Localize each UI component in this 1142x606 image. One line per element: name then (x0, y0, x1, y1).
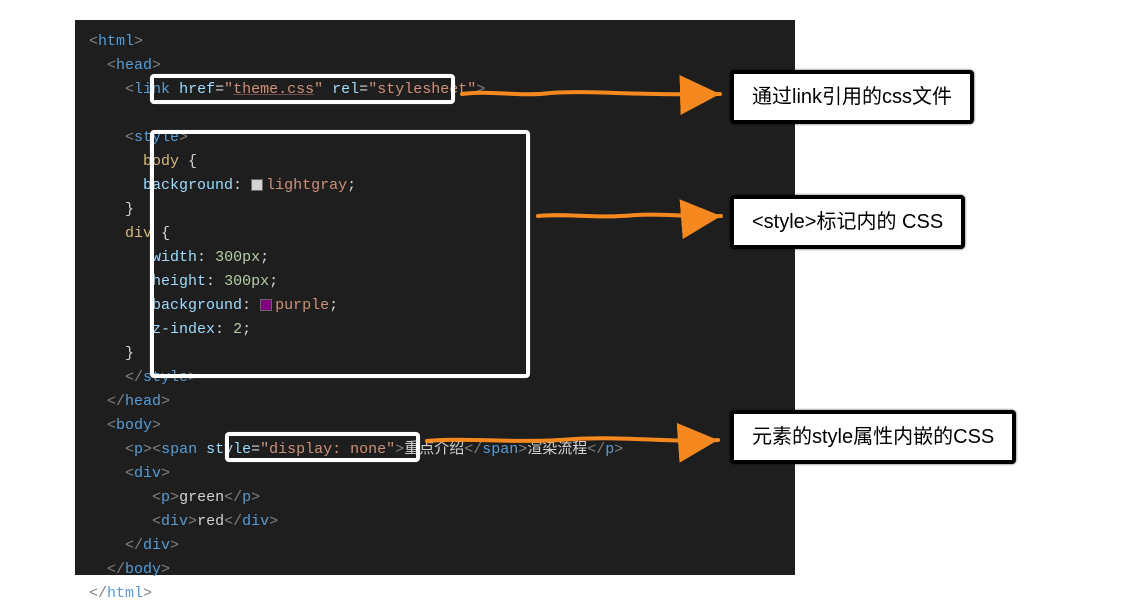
code-line: </body> (89, 558, 781, 582)
color-swatch-lightgray (251, 179, 263, 191)
code-line: background: lightgray; (89, 174, 781, 198)
code-line: height: 300px; (89, 270, 781, 294)
code-line (89, 102, 781, 126)
annotation-style-tag-css: <style>标记内的 CSS (730, 195, 965, 249)
code-line: <style> (89, 126, 781, 150)
code-line: </style> (89, 366, 781, 390)
code-line: background: purple; (89, 294, 781, 318)
annotation-link-css: 通过link引用的css文件 (730, 70, 974, 124)
code-line: z-index: 2; (89, 318, 781, 342)
code-line: </html> (89, 582, 781, 606)
code-line: <div> (89, 462, 781, 486)
code-line: <html> (89, 30, 781, 54)
code-line: <p>green</p> (89, 486, 781, 510)
code-line: width: 300px; (89, 246, 781, 270)
code-line: </head> (89, 390, 781, 414)
code-line: </div> (89, 534, 781, 558)
code-line: <head> (89, 54, 781, 78)
code-line: body { (89, 150, 781, 174)
color-swatch-purple (260, 299, 272, 311)
annotation-inline-style-css: 元素的style属性内嵌的CSS (730, 410, 1016, 464)
code-line: <div>red</div> (89, 510, 781, 534)
code-line: } (89, 342, 781, 366)
